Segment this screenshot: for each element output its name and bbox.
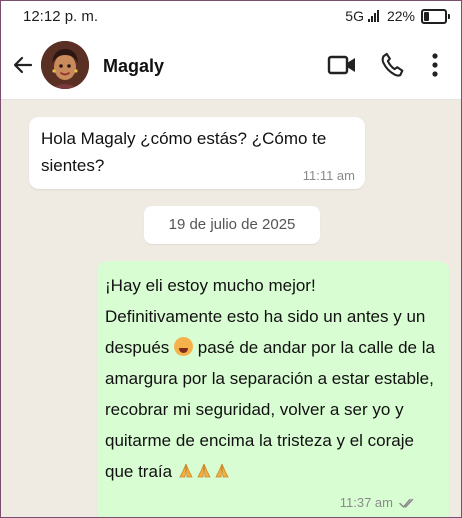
- phone-icon[interactable]: [379, 51, 407, 84]
- chat-screen: 12:12 p. m. 5G 22% Magaly Hola Magaly ¿c…: [1, 1, 461, 517]
- arrow-left-icon[interactable]: [11, 53, 35, 82]
- video-camera-icon[interactable]: [327, 51, 357, 84]
- message-text: ¡Hay eli estoy mucho mejor! Definitivame…: [105, 270, 437, 487]
- folded-hands-emoji: [197, 463, 211, 478]
- message-meta: 11:37 am: [340, 495, 417, 510]
- battery-icon: [421, 8, 450, 24]
- date-separator: 19 de julio de 2025: [144, 206, 320, 244]
- message-text-part2: pasé de andar por la calle de la amargur…: [105, 338, 435, 481]
- avatar[interactable]: [41, 41, 89, 89]
- status-time: 12:12 p. m.: [23, 8, 99, 25]
- read-check-icon: [399, 498, 414, 508]
- contact-name[interactable]: Magaly: [103, 56, 164, 77]
- status-bar: 12:12 p. m. 5G 22%: [1, 1, 461, 33]
- outgoing-message[interactable]: ¡Hay eli estoy mucho mejor! Definitivame…: [97, 261, 449, 517]
- battery-percent: 22%: [386, 8, 415, 24]
- network-type: 5G: [345, 8, 364, 24]
- status-indicators: 5G 22%: [345, 8, 450, 24]
- incoming-message[interactable]: Hola Magaly ¿cómo estás? ¿Cómo te siente…: [29, 117, 365, 189]
- signal-icon: [367, 10, 379, 22]
- exploding-head-emoji: [174, 337, 194, 356]
- chat-header: Magaly: [1, 33, 461, 100]
- message-time: 11:37 am: [339, 495, 393, 510]
- message-time: 11:11 am: [302, 168, 355, 183]
- folded-hands-emoji: [215, 463, 229, 478]
- folded-hands-emoji: [179, 463, 193, 478]
- more-vertical-icon[interactable]: [431, 53, 439, 82]
